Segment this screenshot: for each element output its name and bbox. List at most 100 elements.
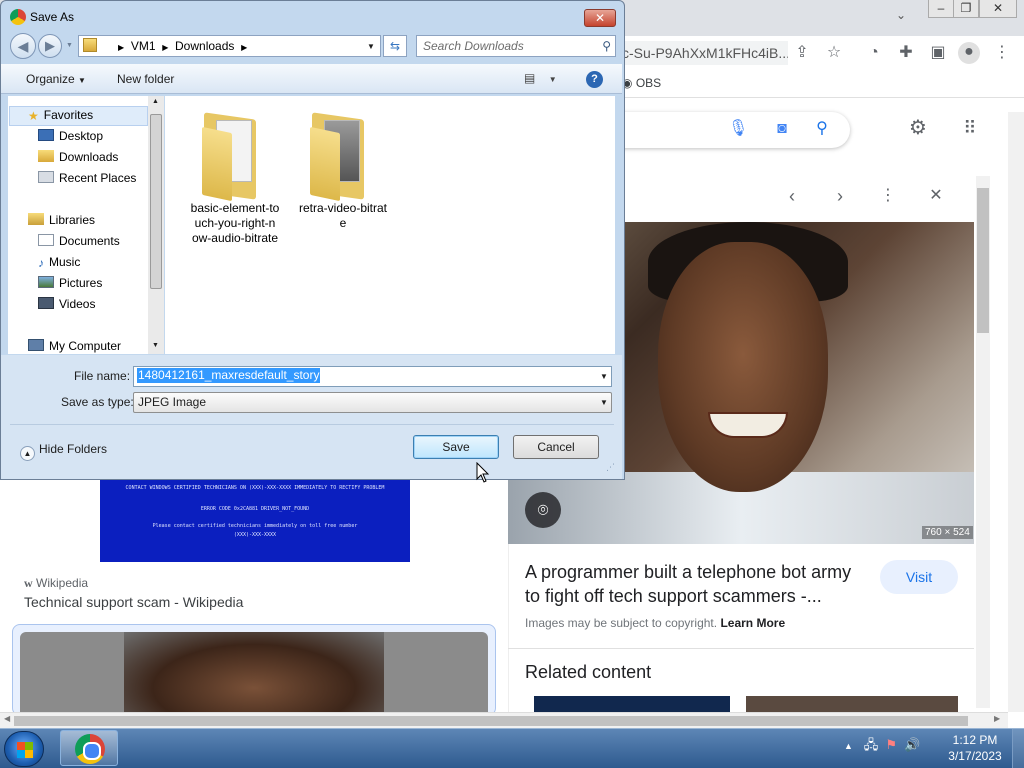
page-scrollbar[interactable] (1008, 112, 1024, 712)
nav-downloads[interactable]: Downloads (38, 150, 118, 164)
show-hidden-icons-icon[interactable]: ▲ (844, 741, 853, 751)
related-heading: Related content (525, 662, 652, 682)
breadcrumb-separator-icon: ▶ (118, 43, 125, 52)
refresh-button[interactable]: ⇆ (383, 35, 407, 57)
recent-pages-chevron-icon[interactable]: ▼ (66, 42, 73, 49)
menu-dots-icon[interactable]: ⋮ (992, 43, 1012, 63)
nav-my-computer[interactable]: My Computer (28, 339, 121, 353)
side-panel-icon[interactable]: ▣ (928, 43, 948, 63)
apps-grid-icon[interactable]: ⠿ (960, 118, 980, 138)
horizontal-scrollbar-thumb[interactable] (14, 716, 968, 726)
restore-button[interactable]: ❐ (953, 0, 979, 18)
forward-button[interactable]: ▶ (38, 34, 62, 58)
close-panel-icon[interactable]: ✕ (926, 186, 946, 206)
extension-icon[interactable]: ◔ (864, 43, 884, 63)
nav-desktop[interactable]: Desktop (38, 129, 103, 143)
action-center-flag-icon[interactable]: ⚑ (886, 737, 898, 752)
clock[interactable]: 1:12 PM 3/17/2023 (940, 732, 1010, 764)
more-options-icon[interactable]: ⋮ (878, 186, 898, 206)
file-name-dropdown-icon[interactable]: ▼ (596, 366, 612, 387)
folder-item[interactable] (304, 102, 374, 202)
back-button[interactable]: ◀ (10, 33, 36, 59)
nav-videos-label: Videos (59, 297, 96, 311)
horizontal-scrollbar[interactable] (0, 712, 1008, 728)
volume-icon[interactable]: 🔊 (904, 737, 920, 752)
bookmark-obs[interactable]: ◉ OBS (622, 76, 661, 90)
scroll-up-icon[interactable]: ▲ (152, 98, 159, 105)
result-source[interactable]: w Wikipedia (24, 576, 88, 591)
nav-pictures[interactable]: Pictures (38, 276, 102, 290)
nav-documents[interactable]: Documents (38, 234, 120, 248)
tab-search-chevron-icon[interactable]: ⌄ (896, 8, 906, 22)
save-button[interactable]: Save (413, 435, 499, 459)
previous-chevron-icon[interactable]: ‹ (782, 186, 802, 206)
breadcrumb-separator-icon[interactable]: ▶ (241, 43, 247, 52)
lens-search-icon[interactable]: ◙ (772, 119, 792, 139)
show-desktop-button[interactable] (1012, 729, 1024, 768)
settings-gear-icon[interactable]: ⚙ (908, 118, 928, 138)
related-thumbnail[interactable] (534, 696, 730, 712)
browser-close-button[interactable]: ✕ (979, 0, 1017, 18)
save-type-select[interactable]: JPEG Image (133, 392, 612, 413)
panel-scrollbar[interactable] (976, 176, 990, 708)
wikipedia-icon: w (24, 576, 33, 590)
scroll-left-icon[interactable]: ◀ (4, 714, 10, 723)
cancel-button[interactable]: Cancel (513, 435, 599, 459)
nav-recent-places[interactable]: Recent Places (38, 171, 136, 185)
url-bar[interactable]: c-Su-P9AhXxM1kFHc4iB... (600, 41, 788, 65)
lens-button[interactable]: ⌾ (525, 492, 561, 528)
taskbar-chrome[interactable] (60, 730, 118, 766)
scroll-down-icon[interactable]: ▼ (152, 342, 159, 349)
mouse-cursor-icon (476, 462, 490, 483)
thumbnail-face-shape (124, 632, 384, 712)
breadcrumb-vm1[interactable]: VM1 (131, 39, 156, 53)
result-thumbnail[interactable] (20, 632, 488, 712)
folder-name[interactable]: retra-video-bitrat e (288, 201, 398, 231)
pictures-icon (38, 276, 54, 288)
next-chevron-icon[interactable]: › (830, 186, 850, 206)
chevron-down-icon: ▼ (548, 75, 557, 84)
bsod-line: (XXX)-XXX-XXXX (233, 532, 277, 538)
search-downloads-input[interactable]: Search Downloads ⚲ (416, 35, 616, 57)
resize-grip-icon[interactable]: ⋰ (606, 462, 615, 473)
puzzle-icon[interactable]: ✚ (896, 43, 916, 63)
minimize-button[interactable]: – (928, 0, 954, 18)
dialog-close-button[interactable]: ✕ (584, 9, 616, 27)
computer-icon (28, 339, 44, 351)
organize-button[interactable]: Organize ▼ (26, 72, 86, 86)
start-button[interactable] (4, 731, 44, 767)
address-dropdown-icon[interactable]: ▼ (367, 42, 375, 51)
folder-name[interactable]: basic-element-to uch-you-right-n ow-audi… (180, 201, 290, 246)
nav-favorites[interactable]: ★ Favorites (28, 108, 93, 123)
panel-scrollbar-thumb[interactable] (977, 188, 989, 333)
scroll-right-icon[interactable]: ▶ (994, 714, 1000, 723)
nav-scrollbar[interactable] (148, 96, 164, 354)
nav-videos[interactable]: Videos (38, 297, 95, 311)
new-folder-button[interactable]: New folder (117, 72, 174, 86)
share-icon[interactable]: ⇪ (792, 43, 812, 63)
help-button[interactable]: ? (586, 71, 603, 88)
documents-icon (38, 234, 54, 246)
bsod-image[interactable]: CONTACT WINDOWS CERTIFIED TECHNICIANS ON… (100, 478, 410, 562)
result-title[interactable]: Technical support scam - Wikipedia (24, 594, 243, 610)
voice-search-icon[interactable]: 🎙 (728, 119, 748, 139)
hide-folders-button[interactable]: ▲ Hide Folders (20, 442, 107, 461)
profile-avatar[interactable]: ● (958, 42, 980, 64)
nav-scrollbar-thumb[interactable] (150, 114, 162, 289)
change-view-button[interactable]: ▤ ▼ (524, 71, 557, 85)
folder-item[interactable] (196, 102, 266, 202)
panel-title[interactable]: A programmer built a telephone bot army … (525, 560, 870, 608)
breadcrumb-downloads[interactable]: Downloads (175, 39, 234, 53)
file-name-value[interactable]: 1480412161_maxresdefault_story (137, 368, 321, 383)
folder-name-line: ow-audio-bitrate (191, 231, 279, 245)
visit-button[interactable]: Visit (880, 560, 958, 594)
bookmark-star-icon[interactable]: ☆ (824, 43, 844, 63)
related-thumbnail[interactable] (746, 696, 958, 712)
search-icon[interactable]: ⚲ (812, 119, 832, 139)
save-type-dropdown-icon[interactable]: ▼ (596, 392, 612, 413)
collapse-arrow-icon: ▲ (20, 446, 35, 461)
nav-music[interactable]: ♪ Music (38, 255, 80, 270)
learn-more-link[interactable]: Learn More (720, 616, 785, 630)
nav-libraries[interactable]: Libraries (28, 213, 95, 227)
network-icon[interactable]: 🖧 (864, 737, 879, 752)
